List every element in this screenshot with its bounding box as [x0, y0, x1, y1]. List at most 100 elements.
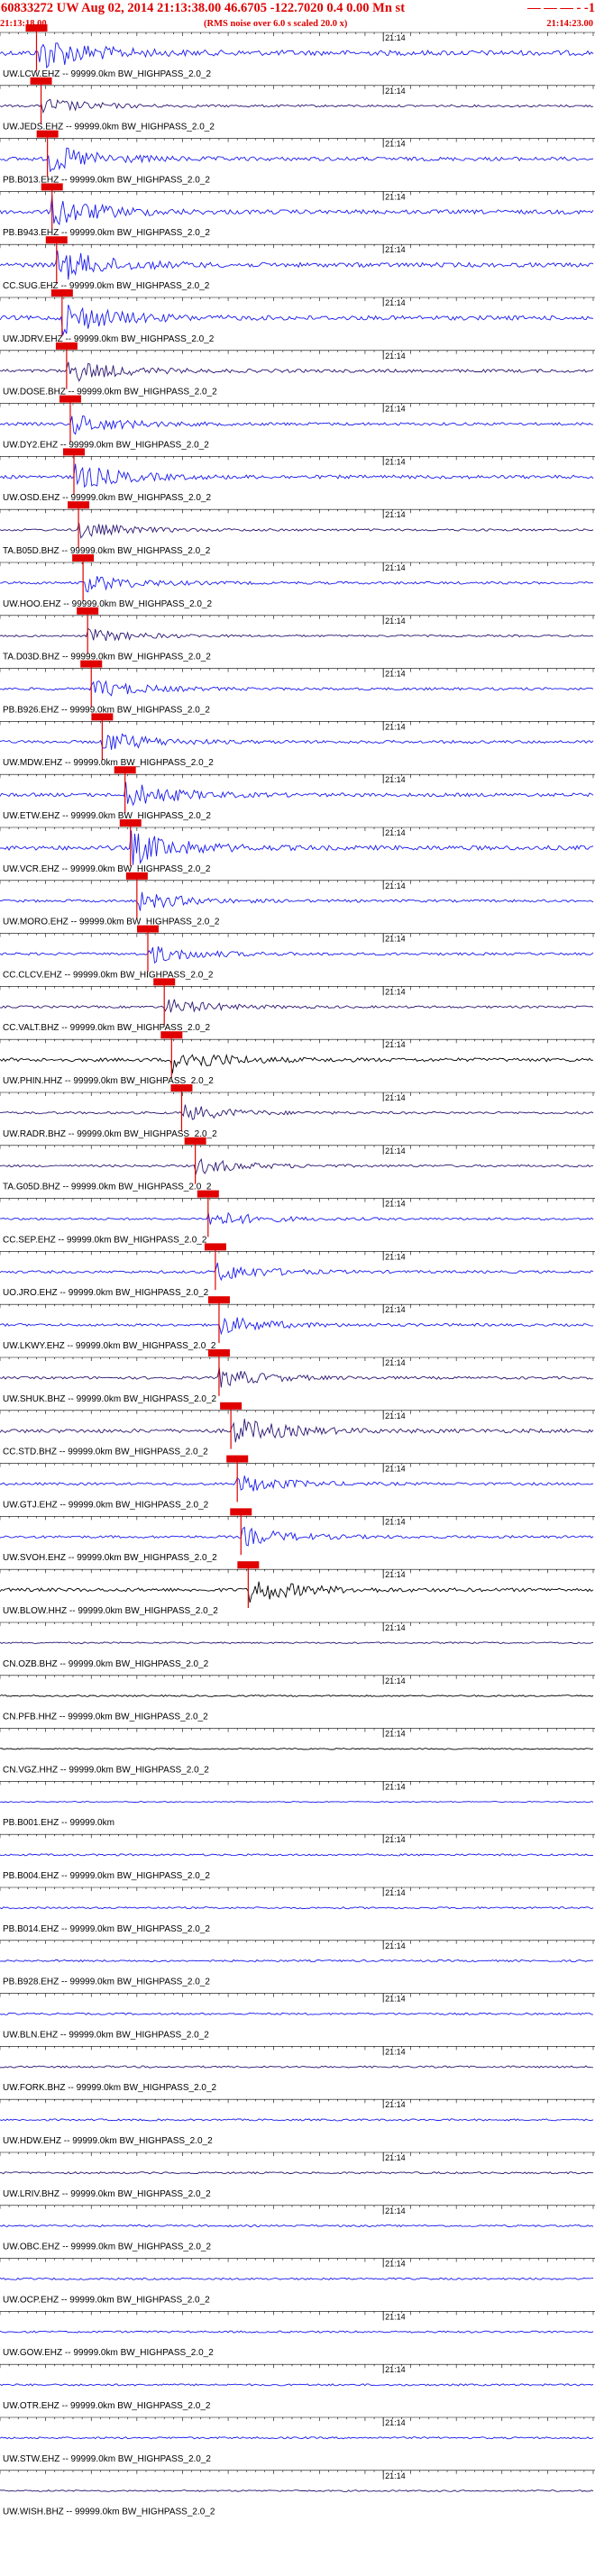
pick-flag — [50, 289, 73, 297]
minute-marker-label: 21:14 — [385, 2153, 406, 2162]
pick-flag — [220, 1402, 243, 1410]
pick-flag — [59, 395, 81, 403]
waveform-trace — [0, 2330, 594, 2334]
waveform-trace — [0, 1157, 594, 1175]
station-label: CN.PFB.HHZ -- 99999.0km BW_HIGHPASS_2.0_… — [3, 1713, 208, 1722]
station-label: PB.B014.EHZ -- 99999.0km BW_HIGHPASS_2.0… — [3, 1924, 210, 1934]
pick-flag — [80, 660, 103, 668]
minute-marker-label: 21:14 — [385, 2418, 406, 2427]
waveform-trace — [0, 1526, 594, 1547]
station-label: UW.SHUK.BHZ -- 99999.0km BW_HIGHPASS_2.0… — [3, 1394, 217, 1404]
waveform-trace — [0, 1419, 594, 1443]
waveform-trace — [0, 781, 594, 807]
waveform-trace — [0, 2224, 594, 2228]
pick-flag — [125, 872, 148, 880]
station-label: UW.OCP.EHZ -- 99999.0km BW_HIGHPASS_2.0_… — [3, 2295, 210, 2305]
minute-marker-label: 21:14 — [385, 670, 406, 679]
waveform-trace — [0, 1262, 594, 1282]
waveform-trace — [0, 627, 594, 642]
minute-marker-label: 21:14 — [385, 1040, 406, 1049]
waveform-trace — [0, 830, 594, 865]
station-label: UW.HOO.EHZ -- 99999.0km BW_HIGHPASS_2.0_… — [3, 599, 213, 609]
waveform-trace — [0, 42, 594, 69]
station-label: UW.FORK.BHZ -- 99999.0km BW_HIGHPASS_2.0… — [3, 2083, 217, 2093]
minute-marker-label: 21:14 — [385, 192, 406, 201]
waveform-trace — [0, 2383, 594, 2387]
station-label: UW.ETW.EHZ -- 99999.0km BW_HIGHPASS_2.0_… — [3, 811, 211, 821]
waveform-trace — [0, 1641, 594, 1645]
pick-flag — [41, 183, 63, 191]
pick-flag — [62, 448, 85, 456]
station-label: UW.DY2.EHZ -- 99999.0km BW_HIGHPASS_2.0_… — [3, 440, 209, 450]
pick-flag — [153, 978, 176, 986]
minute-marker-label: 21:14 — [385, 510, 406, 519]
pick-flag — [72, 554, 95, 562]
minute-marker-label: 21:14 — [385, 1676, 406, 1685]
station-label: UW.JEDS.EHZ -- 99999.0km BW_HIGHPASS_2.0… — [3, 123, 215, 132]
minute-marker-label: 21:14 — [385, 1623, 406, 1632]
minute-marker-label: 21:14 — [385, 2260, 406, 2269]
station-label: UW.SVOH.EHZ -- 99999.0km BW_HIGHPASS_2.0… — [3, 1553, 217, 1563]
minute-marker-label: 21:14 — [385, 775, 406, 784]
minute-marker-label: 21:14 — [385, 1252, 406, 1261]
station-label: UW.LRIV.BHZ -- 99999.0km BW_HIGHPASS_2.0… — [3, 2189, 211, 2199]
minute-marker-label: 21:14 — [385, 1888, 406, 1897]
station-label: PB.B943.EHZ -- 99999.0km BW_HIGHPASS_2.0… — [3, 228, 210, 238]
waveform-trace — [0, 1475, 594, 1492]
waveform-trace — [0, 98, 594, 114]
waveform-trace — [0, 2012, 594, 2015]
station-label: UW.MORO.EHZ -- 99999.0km BW_HIGHPASS_2.0… — [3, 918, 220, 927]
pick-flag — [77, 607, 99, 615]
minute-marker-label: 21:14 — [385, 140, 406, 149]
station-label: PB.B001.EHZ -- 99999.0km — [3, 1818, 114, 1828]
pick-flag — [207, 1296, 230, 1304]
waveform-trace — [0, 251, 594, 280]
waveform-trace — [0, 463, 594, 489]
station-label: UW.STW.EHZ -- 99999.0km BW_HIGHPASS_2.0_… — [3, 2454, 211, 2464]
minute-marker-label: 21:14 — [385, 882, 406, 891]
station-label: CN.OZB.BHZ -- 99999.0km BW_HIGHPASS_2.0_… — [3, 1659, 209, 1669]
station-label: UO.JRO.EHZ -- 99999.0km BW_HIGHPASS_2.0_… — [3, 1288, 209, 1298]
minute-marker-label: 21:14 — [385, 245, 406, 254]
minute-marker-label: 21:14 — [385, 1835, 406, 1844]
pick-flag — [36, 130, 59, 138]
pick-flag — [55, 342, 78, 350]
waveform-trace — [0, 1104, 594, 1120]
pick-flag — [160, 1031, 183, 1039]
minute-marker-label: 21:14 — [385, 1200, 406, 1209]
pick-flag — [25, 24, 48, 32]
minute-marker-label: 21:14 — [385, 405, 406, 414]
minute-marker-label: 21:14 — [385, 2365, 406, 2374]
station-label: UW.BLN.EHZ -- 99999.0km BW_HIGHPASS_2.0_… — [3, 2030, 209, 2040]
pick-flag — [226, 1455, 249, 1463]
minute-marker-label: 21:14 — [385, 1093, 406, 1102]
station-label: TA.G05D.BHZ -- 99999.0km BW_HIGHPASS_2.0… — [3, 1183, 212, 1192]
waveform-trace — [0, 1581, 594, 1603]
pick-flag — [114, 766, 136, 774]
minute-marker-label: 21:14 — [385, 2100, 406, 2109]
pick-flag — [237, 1561, 260, 1569]
waveform-trace — [0, 196, 594, 226]
pick-flag — [197, 1190, 219, 1198]
station-label: UW.BLOW.HHZ -- 99999.0km BW_HIGHPASS_2.0… — [3, 1606, 218, 1616]
waveform-trace — [0, 1959, 594, 1963]
waveform-trace — [0, 2277, 594, 2280]
station-label: UW.GOW.EHZ -- 99999.0km BW_HIGHPASS_2.0_… — [3, 2348, 214, 2358]
pick-flag — [184, 1137, 206, 1145]
minute-marker-label: 21:14 — [385, 298, 406, 307]
waveform-trace — [0, 733, 594, 750]
station-label: UW.OBC.EHZ -- 99999.0km BW_HIGHPASS_2.0_… — [3, 2243, 211, 2252]
seismogram-plot: 21:14UW.LCW.EHZ -- 99999.0km BW_HIGHPASS… — [0, 24, 595, 2517]
station-label: TA.B05D.BHZ -- 99999.0km BW_HIGHPASS_2.0… — [3, 546, 211, 556]
waveform-trace — [0, 1694, 594, 1698]
station-label: UW.OTR.EHZ -- 99999.0km BW_HIGHPASS_2.0_… — [3, 2401, 211, 2411]
station-label: UW.WISH.BHZ -- 99999.0km BW_HIGHPASS_2.0… — [3, 2507, 215, 2517]
waveform-trace — [0, 147, 594, 173]
waveform-trace — [0, 1853, 594, 1857]
minute-marker-label: 21:14 — [385, 33, 406, 42]
minute-marker-label: 21:14 — [385, 1465, 406, 1474]
minute-marker-label: 21:14 — [385, 2047, 406, 2056]
minute-marker-label: 21:14 — [385, 617, 406, 626]
station-label: PB.B004.EHZ -- 99999.0km BW_HIGHPASS_2.0… — [3, 1871, 210, 1881]
minute-marker-label: 21:14 — [385, 563, 406, 572]
